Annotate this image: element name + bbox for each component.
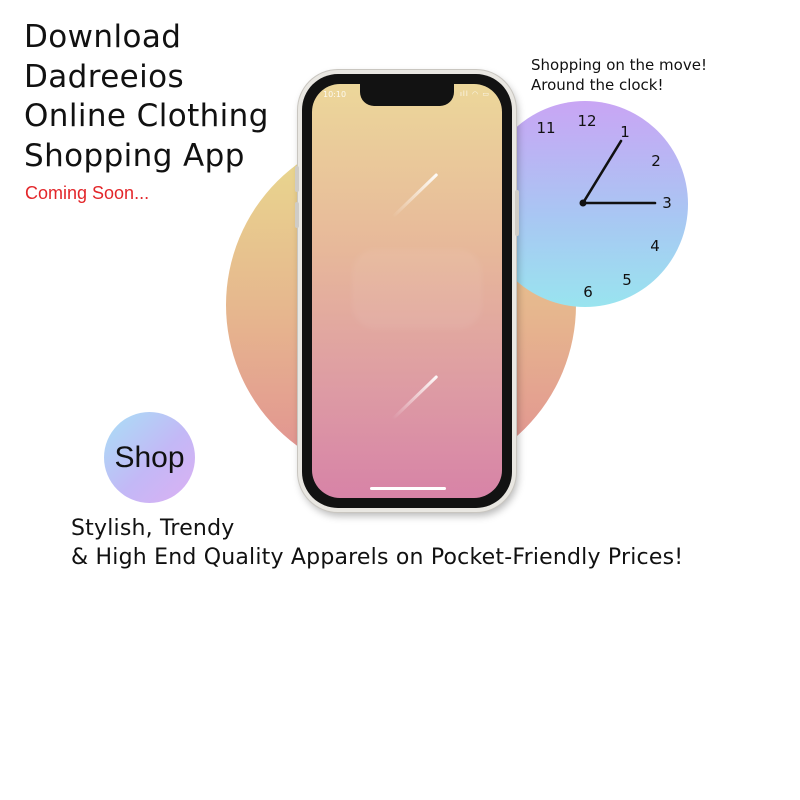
tagline-line-1: Shopping on the move!: [531, 56, 707, 74]
clock-hour-hand: [581, 139, 623, 205]
headline: Download Dadreeios Online Clothing Shopp…: [24, 18, 269, 176]
bottom-description-line-1: Stylish, Trendy: [71, 516, 235, 541]
screen-faded-logo: [352, 249, 482, 329]
headline-line-1: Download: [24, 19, 182, 55]
clock-number-2: 2: [651, 152, 661, 170]
tagline: Shopping on the move! Around the clock!: [531, 56, 707, 95]
phone-volume-down-button: [295, 202, 299, 228]
clock-number-1: 1: [620, 123, 630, 141]
status-time: 10:10: [323, 90, 347, 99]
clock-number-3: 3: [662, 194, 672, 212]
clock-number-4: 4: [650, 237, 660, 255]
home-indicator-bar: [370, 487, 446, 490]
screen-glare-bottom: [391, 374, 439, 421]
headline-line-4: Shopping App: [24, 137, 245, 174]
clock-number-6: 6: [583, 283, 593, 301]
clock-center: [579, 199, 587, 207]
bottom-description: Stylish, Trendy & High End Quality Appar…: [71, 514, 683, 572]
tagline-line-2: Around the clock!: [531, 75, 664, 94]
screen-glare-top: [391, 172, 439, 219]
coming-soon-text: Coming Soon...: [25, 183, 150, 203]
clock-number-12: 12: [577, 112, 596, 130]
phone-notch: [360, 84, 454, 106]
shop-button[interactable]: Shop: [104, 412, 195, 503]
phone-screen: 10:10 ıll ◠ ▭: [312, 84, 502, 498]
bottom-description-line-2: & High End Quality Apparels on Pocket-Fr…: [71, 545, 684, 570]
headline-line-2: Dadreeios: [24, 58, 185, 95]
phone-volume-up-button: [295, 166, 299, 192]
phone-bezel: 10:10 ıll ◠ ▭: [302, 74, 512, 508]
phone-mockup: 10:10 ıll ◠ ▭: [295, 70, 519, 512]
status-icons: ıll ◠ ▭: [459, 90, 490, 98]
clock-number-5: 5: [622, 271, 632, 289]
clock-number-11: 11: [536, 119, 555, 137]
phone-power-button: [515, 190, 519, 236]
headline-line-3: Online Clothing: [24, 98, 269, 134]
